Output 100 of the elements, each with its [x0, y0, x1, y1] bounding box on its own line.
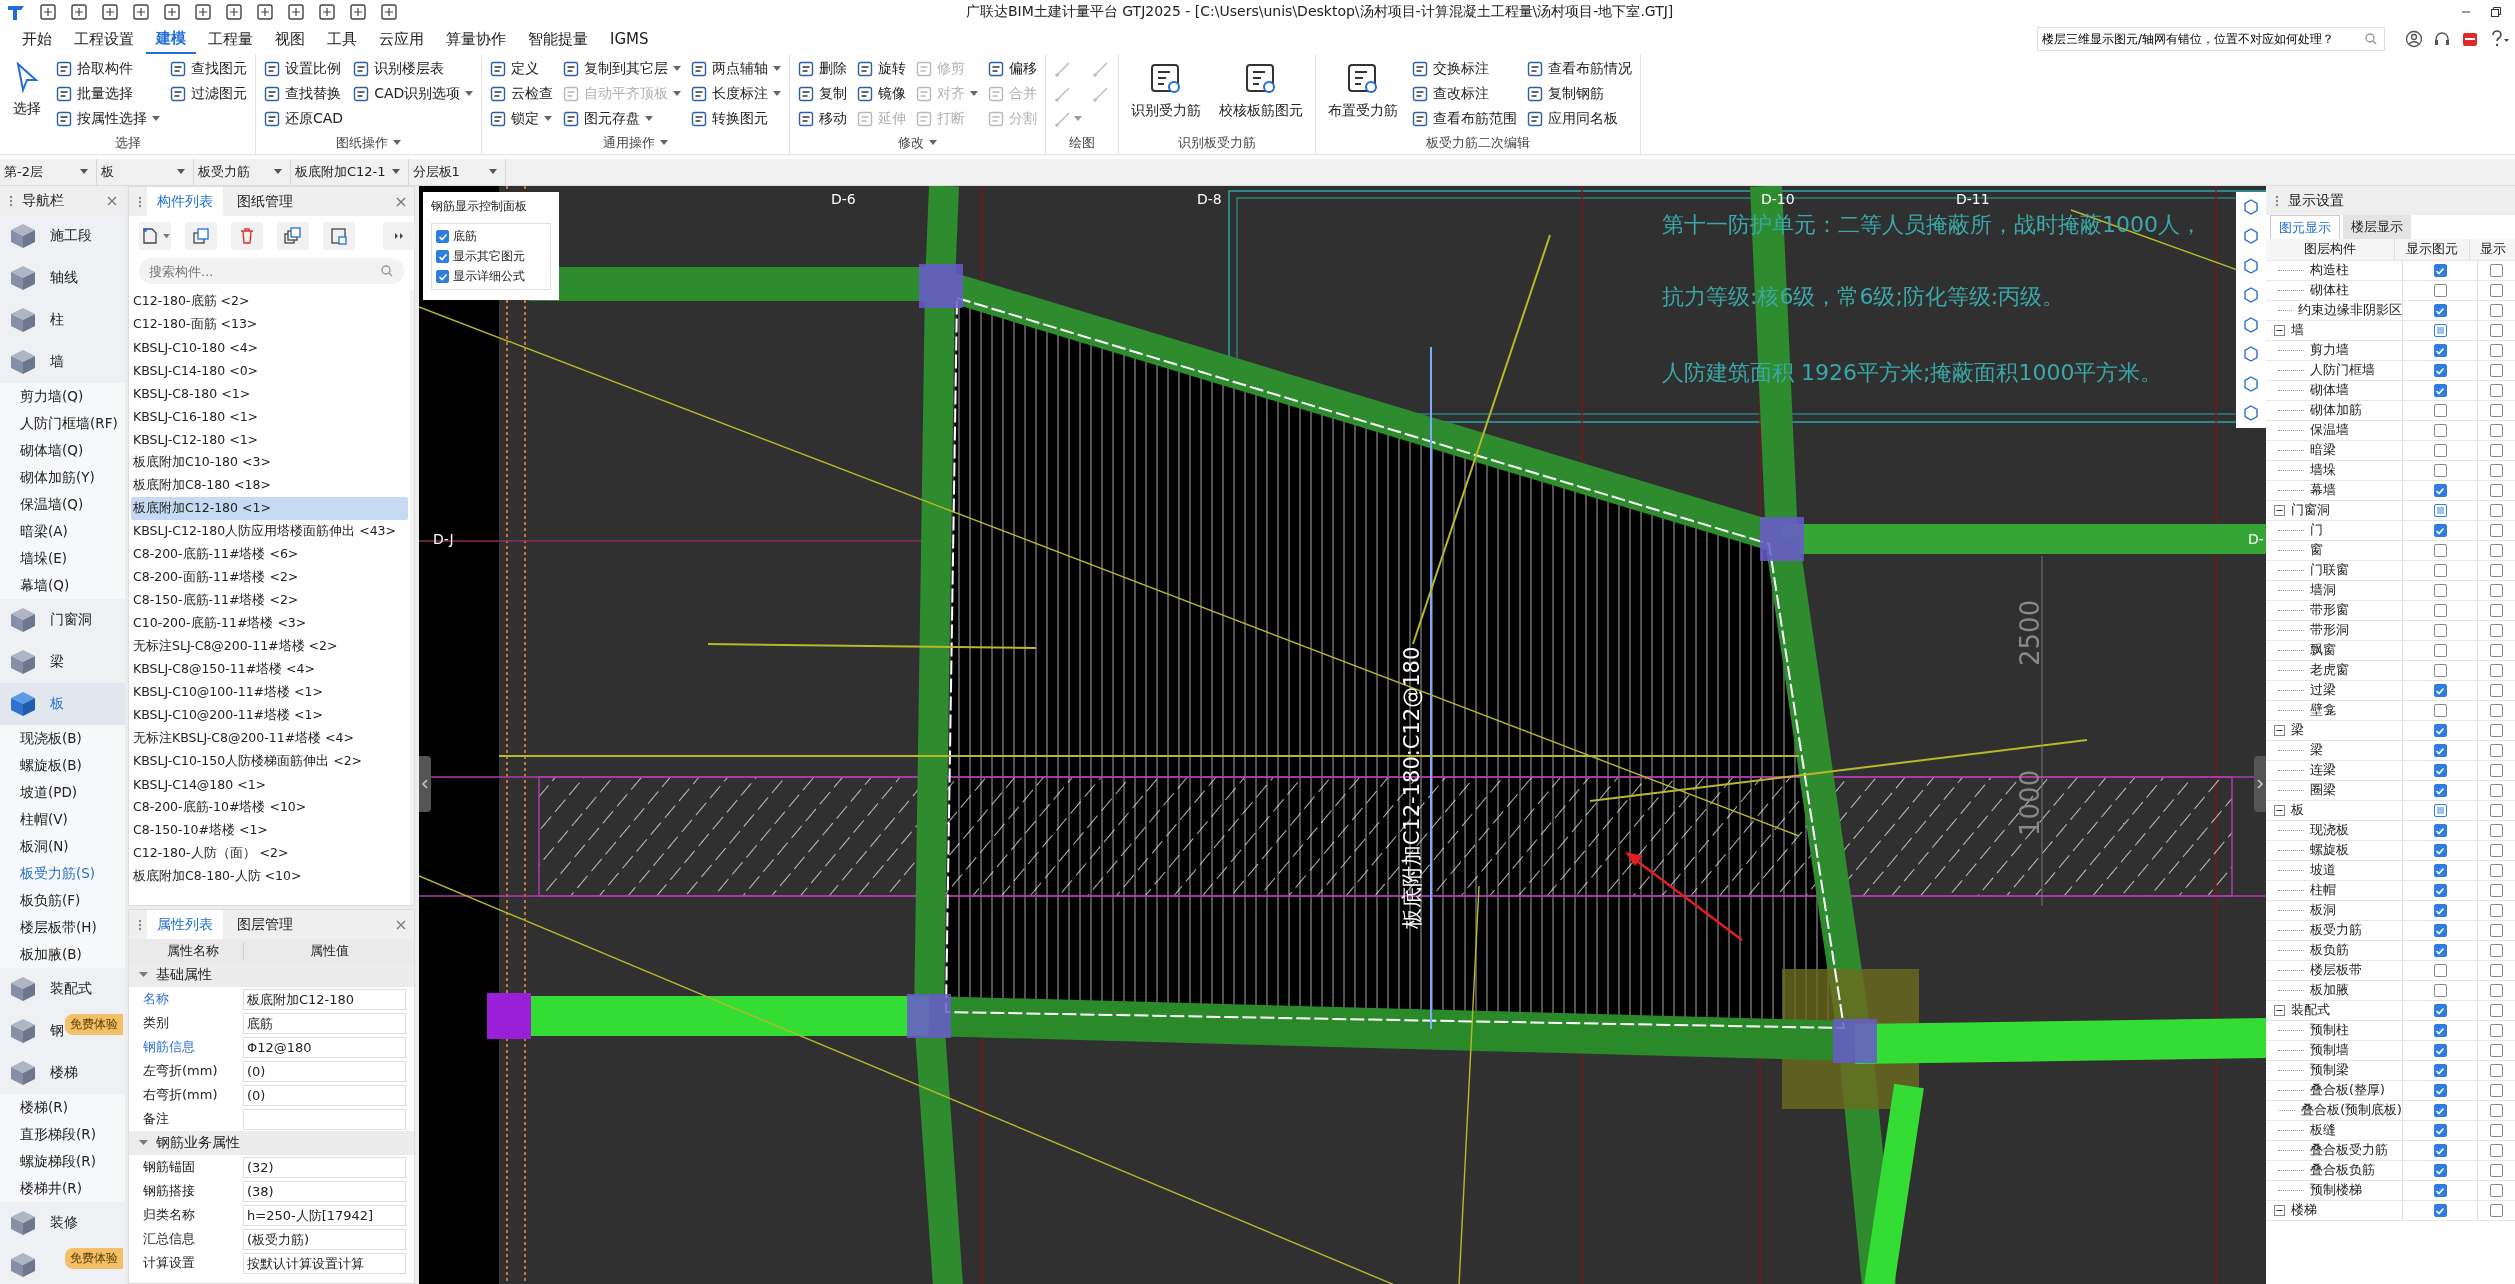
- checkbox[interactable]: [2433, 524, 2447, 537]
- checkbox[interactable]: [2433, 304, 2447, 317]
- checkbox[interactable]: [2433, 1204, 2447, 1217]
- checkbox[interactable]: [2433, 424, 2447, 437]
- checkbox[interactable]: [2433, 364, 2447, 377]
- collapse-icon[interactable]: [2274, 505, 2285, 516]
- ribbon-button[interactable]: 复制钢筋: [1527, 83, 1633, 105]
- panel-toggle[interactable]: [2254, 756, 2266, 812]
- checkbox[interactable]: [2490, 784, 2503, 797]
- checkbox[interactable]: [2433, 744, 2447, 757]
- checkbox[interactable]: [2490, 904, 2503, 917]
- checkbox[interactable]: [2433, 284, 2447, 297]
- checkbox[interactable]: [2490, 1204, 2503, 1217]
- toolbar-icon[interactable]: [101, 3, 119, 21]
- panel-tab[interactable]: 楼层显示: [2343, 215, 2411, 239]
- checkbox[interactable]: [2433, 464, 2447, 477]
- panel-tab[interactable]: 图纸管理: [227, 187, 303, 216]
- component-item[interactable]: KBSLJ-C10@200-11#塔楼 <1>: [131, 704, 408, 727]
- checkbox[interactable]: [2490, 724, 2503, 737]
- checkbox[interactable]: [2433, 804, 2447, 817]
- caret-icon[interactable]: [929, 140, 938, 146]
- menu-tab[interactable]: 视图: [265, 25, 315, 53]
- collapse-triangle-icon[interactable]: [139, 971, 148, 979]
- collapse-icon[interactable]: [2274, 1005, 2285, 1016]
- checkbox[interactable]: [2490, 824, 2503, 837]
- caret-icon[interactable]: [393, 140, 402, 146]
- nav-category[interactable]: 楼梯: [0, 1052, 125, 1094]
- ribbon-button[interactable]: 交换标注: [1412, 58, 1518, 80]
- checkbox[interactable]: [2490, 944, 2503, 957]
- checkbox[interactable]: [2490, 304, 2503, 317]
- checkbox[interactable]: [2433, 1004, 2447, 1017]
- toolbar-icon[interactable]: [287, 3, 305, 21]
- checkbox[interactable]: [2433, 664, 2447, 677]
- component-item[interactable]: KBSLJ-C10@100-11#塔楼 <1>: [131, 681, 408, 704]
- checkbox[interactable]: [2433, 964, 2447, 977]
- checkbox[interactable]: [2490, 564, 2503, 577]
- checkbox[interactable]: [2433, 1144, 2447, 1157]
- nav-item[interactable]: 保温墙(Q): [0, 491, 125, 518]
- ribbon-button[interactable]: 移动: [798, 108, 848, 130]
- panel-tab[interactable]: 图元显示: [2270, 215, 2340, 239]
- ribbon-button[interactable]: 复制: [798, 83, 848, 105]
- component-item[interactable]: C12-180-面筋 <13>: [131, 313, 408, 336]
- toolbar-icon[interactable]: [163, 3, 181, 21]
- property-value-field[interactable]: 底筋: [243, 1012, 406, 1034]
- component-item[interactable]: 板底附加C8-180 <18>: [131, 474, 408, 497]
- nav-category[interactable]: 免费体验: [0, 1244, 125, 1284]
- component-item[interactable]: C8-150-底筋-11#塔楼 <2>: [131, 589, 408, 612]
- component-item[interactable]: 板底附加C12-180 <1>: [131, 497, 408, 520]
- checkbox[interactable]: [2490, 1024, 2503, 1037]
- property-value-field[interactable]: (板受力筋): [243, 1228, 406, 1250]
- checkbox[interactable]: [2490, 744, 2503, 757]
- nav-item[interactable]: 坡道(PD): [0, 779, 125, 806]
- checkbox[interactable]: [2490, 444, 2503, 457]
- ribbon-button[interactable]: 批量选择: [56, 83, 160, 105]
- caret-icon[interactable]: [660, 140, 669, 146]
- checkbox[interactable]: [2490, 524, 2503, 537]
- checkbox[interactable]: [2433, 324, 2447, 337]
- checkbox[interactable]: [2433, 1064, 2447, 1077]
- checkbox[interactable]: [2433, 1124, 2447, 1137]
- checkbox[interactable]: [2490, 684, 2503, 697]
- component-item[interactable]: KBSLJ-C10-150人防楼梯面筋伸出 <2>: [131, 750, 408, 773]
- collapse-icon[interactable]: [2274, 1205, 2285, 1216]
- component-item[interactable]: C10-200-底筋-11#塔楼 <3>: [131, 612, 408, 635]
- checkbox[interactable]: [2433, 704, 2447, 717]
- menu-tab[interactable]: 算量协作: [436, 25, 516, 53]
- toolbar-icon[interactable]: [225, 3, 243, 21]
- dropdown-select[interactable]: 板底附加C12-1: [291, 159, 409, 185]
- checkbox[interactable]: [2433, 864, 2447, 877]
- component-item[interactable]: 板底附加C8-180-人防 <10>: [131, 865, 408, 888]
- menu-tab[interactable]: 工具: [317, 25, 367, 53]
- checkbox[interactable]: [2490, 364, 2503, 377]
- nav-category[interactable]: 轴线: [0, 257, 125, 299]
- checkbox[interactable]: [2433, 1104, 2447, 1117]
- ribbon-button[interactable]: 定义: [490, 58, 554, 80]
- checkbox[interactable]: [2433, 384, 2447, 397]
- nav-category[interactable]: 施工段: [0, 215, 125, 257]
- checkbox[interactable]: [2490, 644, 2503, 657]
- nav-category[interactable]: 板: [0, 683, 125, 725]
- toolbar-icon[interactable]: [39, 3, 57, 21]
- property-value-field[interactable]: (32): [243, 1156, 406, 1178]
- checkbox[interactable]: [2490, 1144, 2503, 1157]
- checkbox[interactable]: [2433, 684, 2447, 697]
- checkbox[interactable]: [2490, 624, 2503, 637]
- menu-tab[interactable]: 开始: [12, 25, 62, 53]
- checkbox[interactable]: [2490, 324, 2503, 337]
- nav-item[interactable]: 砌体墙(Q): [0, 437, 125, 464]
- copy-button[interactable]: [185, 222, 217, 250]
- ribbon-button[interactable]: 查看布筋情况: [1527, 58, 1633, 80]
- ribbon-button[interactable]: 删除: [798, 58, 848, 80]
- panel-tab[interactable]: 构件列表: [147, 187, 223, 216]
- ribbon-button[interactable]: 查找图元: [170, 58, 247, 80]
- property-value-field[interactable]: Φ12@180: [243, 1036, 406, 1058]
- checkbox[interactable]: [2433, 404, 2447, 417]
- nav-item[interactable]: 楼层板带(H): [0, 914, 125, 941]
- help-search-field[interactable]: 楼层三维显示图元/轴网有错位，位置不对应如何处理？: [2037, 27, 2385, 51]
- panel-tab[interactable]: 属性列表: [147, 910, 223, 939]
- layer-copy-button[interactable]: [277, 222, 309, 250]
- ribbon-button[interactable]: 过滤图元: [170, 83, 247, 105]
- nav-item[interactable]: 板加腋(B): [0, 941, 125, 968]
- checkbox-option[interactable]: 显示其它图元: [436, 248, 546, 265]
